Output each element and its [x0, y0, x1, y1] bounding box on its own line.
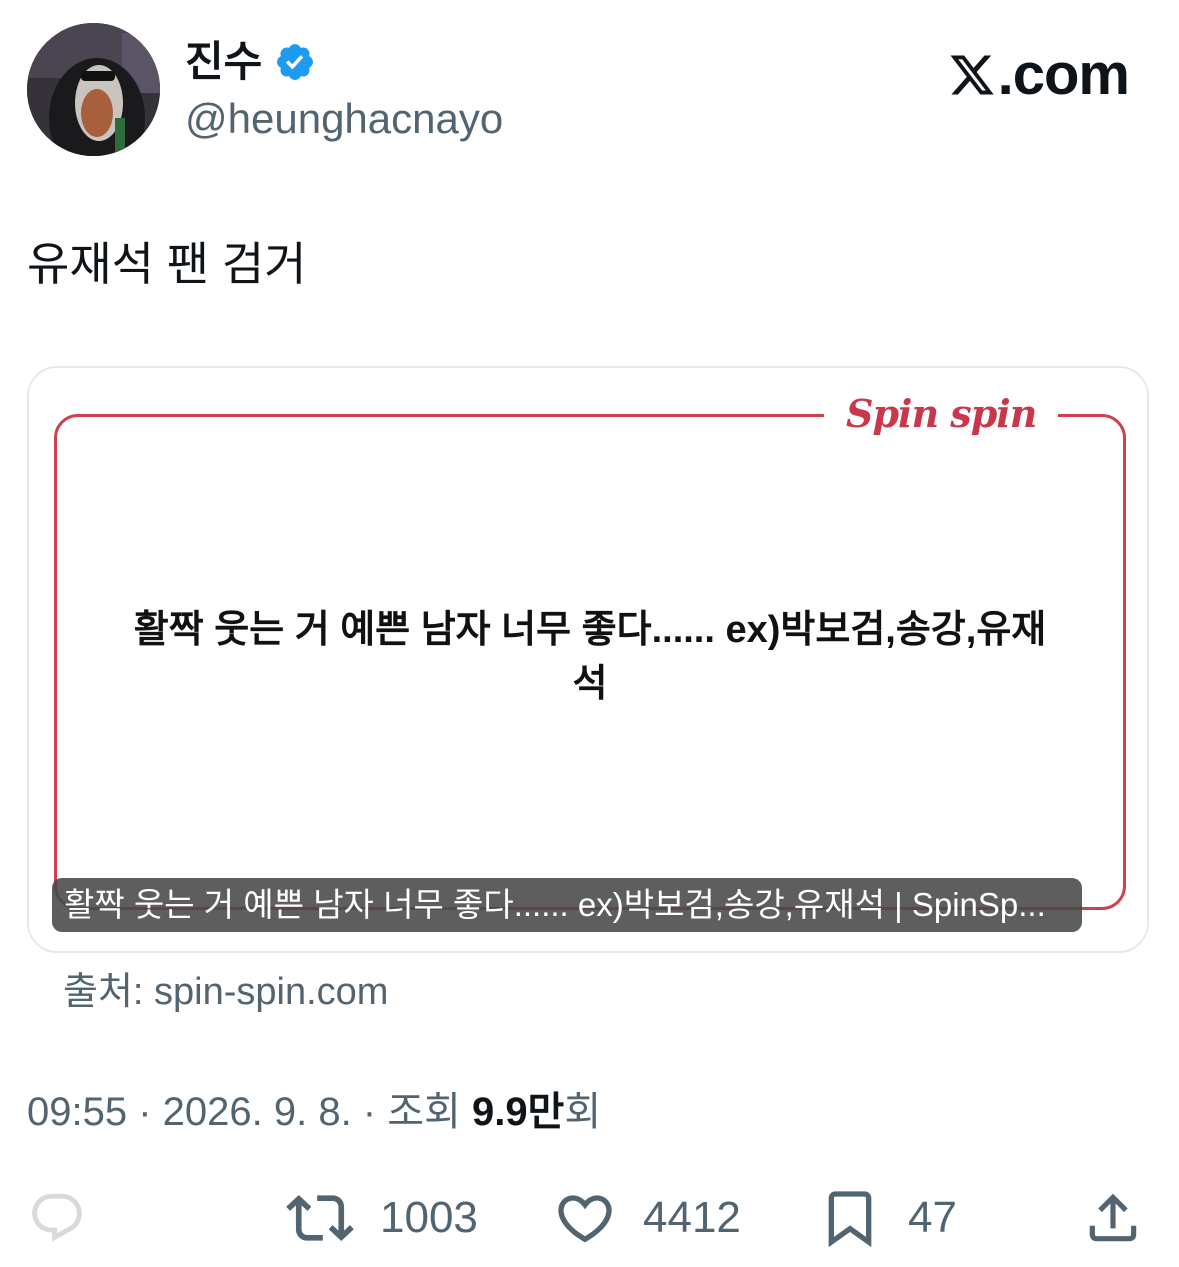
- x-logo-icon: [950, 55, 994, 95]
- view-count: 9.9만: [471, 1090, 565, 1134]
- bookmark-icon: [828, 1191, 872, 1248]
- retweet-count: 1003: [380, 1193, 478, 1242]
- tweet-meta: 09:55 · 2026. 9. 8. · 조회 9.9만회: [27, 1084, 601, 1140]
- retweet-icon: [286, 1194, 354, 1242]
- card-body-line: 활짝 웃는 거 예쁜 남자 너무 좋다...... ex)박보검,송강,유재: [133, 609, 1047, 651]
- avatar[interactable]: [27, 23, 160, 156]
- view-count-suffix: 회: [564, 1090, 602, 1134]
- verified-badge-icon: [274, 41, 316, 83]
- user-handle[interactable]: @heunghacnayo: [185, 93, 503, 145]
- card-body-line: 석: [572, 663, 608, 705]
- site-logo: .com: [948, 40, 1130, 110]
- card-source-link[interactable]: 출처: spin-spin.com: [63, 966, 388, 1018]
- link-card[interactable]: Spin spin 활짝 웃는 거 예쁜 남자 너무 좋다...... ex)박…: [27, 366, 1149, 953]
- reply-button[interactable]: [28, 1186, 86, 1250]
- bookmark-count: 47: [908, 1193, 957, 1242]
- card-body-text: 활짝 웃는 거 예쁜 남자 너무 좋다...... ex)박보검,송강,유재 석: [89, 603, 1091, 711]
- tweet-timestamp[interactable]: 09:55 · 2026. 9. 8. · 조회: [27, 1090, 472, 1134]
- share-button[interactable]: [1082, 1186, 1144, 1250]
- reply-icon: [32, 1193, 82, 1242]
- display-name-row[interactable]: 진수: [185, 36, 316, 88]
- like-button[interactable]: 4412: [553, 1186, 741, 1250]
- avatar-image: [27, 23, 160, 156]
- share-icon: [1089, 1193, 1137, 1242]
- like-count: 4412: [643, 1193, 741, 1242]
- tweet-text: 유재석 팬 검거: [27, 238, 307, 290]
- display-name[interactable]: 진수: [185, 36, 262, 88]
- card-logo: Spin spin: [824, 384, 1059, 444]
- bookmark-button[interactable]: 47: [818, 1186, 957, 1250]
- card-caption: 활짝 웃는 거 예쁜 남자 너무 좋다...... ex)박보검,송강,유재석 …: [52, 878, 1082, 932]
- retweet-button[interactable]: 1003: [286, 1186, 478, 1250]
- heart-icon: [558, 1195, 612, 1243]
- site-label: .com: [997, 42, 1130, 107]
